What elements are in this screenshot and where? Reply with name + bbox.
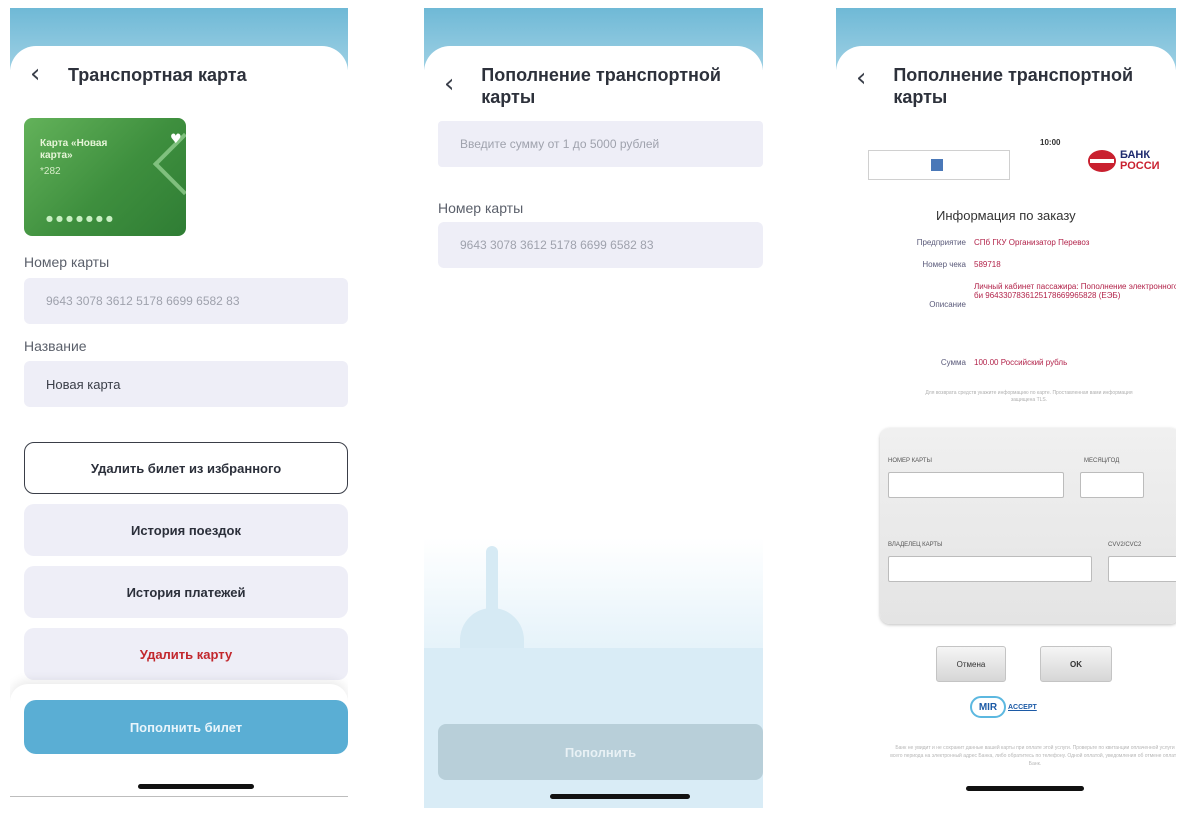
bank-logo-line2: РОССИ [1120, 160, 1160, 172]
back-chevron-icon[interactable]: ‹ [30, 61, 56, 88]
info-row-merchant: Предприятие СПб ГКУ Организатор Перевоз [850, 238, 1176, 250]
expiry-label: МЕСЯЦ/ГОД [1084, 458, 1120, 464]
delete-card-button[interactable]: Удалить карту [24, 628, 348, 680]
cardholder-label: ВЛАДЕЛЕЦ КАРТЫ [888, 542, 943, 548]
mir-logo-mark: MIR [970, 696, 1006, 718]
expiry-input[interactable] [1080, 472, 1144, 498]
card-name: Карта «Новая карта» [40, 138, 108, 161]
bank-emblem-icon [1088, 150, 1116, 172]
home-indicator [138, 784, 254, 789]
screen-bank-payment: ‹ Пополнение транспортной карты 10:00 БА… [836, 8, 1176, 808]
card-entry-form: НОМЕР КАРТЫ МЕСЯЦ/ГОД ВЛАДЕЛЕЦ КАРТЫ CVV… [880, 428, 1176, 624]
card-number-field[interactable]: 9643 3078 3612 5178 6699 6582 83 [24, 278, 348, 324]
card-number-short: *282 [40, 166, 61, 177]
card-number-label: НОМЕР КАРТЫ [888, 458, 932, 464]
info-row-description: Описание Личный кабинет пассажира: Попол… [850, 282, 1176, 336]
card-number-input[interactable] [888, 472, 1064, 498]
merchant-logo-box [868, 150, 1010, 180]
transport-card-image[interactable]: Карта «Новая карта» *282 ♥ ●●●●●●● [24, 118, 186, 236]
screen-topup-form: ‹ Пополнение транспортной карты Введите … [424, 8, 763, 808]
bottom-divider [10, 796, 348, 797]
cardholder-input[interactable] [888, 556, 1092, 582]
home-indicator [550, 794, 690, 799]
page-title: Пополнение транспортной карты [893, 65, 1134, 107]
name-label: Название [24, 338, 87, 354]
info-value: СПб ГКУ Организатор Перевоз [974, 238, 1090, 247]
card-dots-decoration: ●●●●●●● [46, 214, 116, 223]
page-title: Транспортная карта [68, 65, 247, 85]
home-indicator [966, 786, 1084, 791]
topup-submit-button[interactable]: Пополнить [438, 724, 763, 780]
payment-history-button[interactable]: История платежей [24, 566, 348, 618]
mir-logo-text: ACCEPT [1008, 703, 1037, 711]
header: ‹ Пополнение транспортной карты [836, 60, 1176, 108]
order-info-title: Информация по заказу [936, 208, 1076, 223]
info-key: Предприятие [916, 238, 966, 247]
page-title: Пополнение транспортной карты [481, 65, 721, 107]
cancel-button[interactable]: Отмена [936, 646, 1006, 682]
card-number-label: Номер карты [24, 254, 110, 270]
info-key: Описание [929, 300, 966, 309]
topup-ticket-button[interactable]: Пополнить билет [24, 700, 348, 754]
favorite-heart-icon[interactable]: ♥ [170, 132, 182, 147]
header: ‹ Транспортная карта [10, 60, 348, 88]
header: ‹ Пополнение транспортной карты [424, 60, 763, 108]
bank-logo-text: БАНК РОССИ [1120, 150, 1160, 172]
info-row-receipt: Номер чека 589718 [850, 260, 1176, 272]
mir-accept-logo: MIR ACCEPT [970, 696, 1037, 718]
info-value: 589718 [974, 260, 1001, 269]
card-number-label: Номер карты [438, 200, 524, 216]
amount-input[interactable]: Введите сумму от 1 до 5000 рублей [438, 121, 763, 167]
remove-from-favorites-button[interactable]: Удалить билет из избранного [24, 442, 348, 494]
card-number-field[interactable]: 9643 3078 3612 5178 6699 6582 83 [438, 222, 763, 268]
image-placeholder-icon [931, 159, 943, 171]
info-key: Сумма [940, 358, 966, 367]
info-value: 100.00 Российский рубль [974, 358, 1068, 367]
security-note: Для возврата средств укажите информацию … [925, 390, 1133, 403]
trip-history-button[interactable]: История поездок [24, 504, 348, 556]
info-row-amount: Сумма 100.00 Российский рубль [850, 358, 1176, 370]
info-value: Личный кабинет пассажира: Пополнение эле… [974, 282, 1176, 300]
cvv-label: CVV2/CVC2 [1108, 542, 1142, 548]
bank-payment-page: 10:00 БАНК РОССИ Информация по заказу Пр… [850, 138, 1176, 808]
cathedral-spire-illustration [486, 546, 498, 612]
legal-fine-print: Банк не увидит и не сохранит данные ваше… [890, 745, 1176, 767]
info-key: Номер чека [922, 260, 966, 269]
back-chevron-icon[interactable]: ‹ [444, 71, 469, 98]
cvv-input[interactable] [1108, 556, 1176, 582]
name-field[interactable]: Новая карта [24, 361, 348, 407]
back-chevron-icon[interactable]: ‹ [856, 65, 881, 92]
time-label: 10:00 [1040, 138, 1061, 147]
bank-logo: БАНК РОССИ [1088, 150, 1160, 172]
ok-button[interactable]: OK [1040, 646, 1112, 682]
screen-transport-card: ‹ Транспортная карта Карта «Новая карта»… [10, 8, 348, 808]
